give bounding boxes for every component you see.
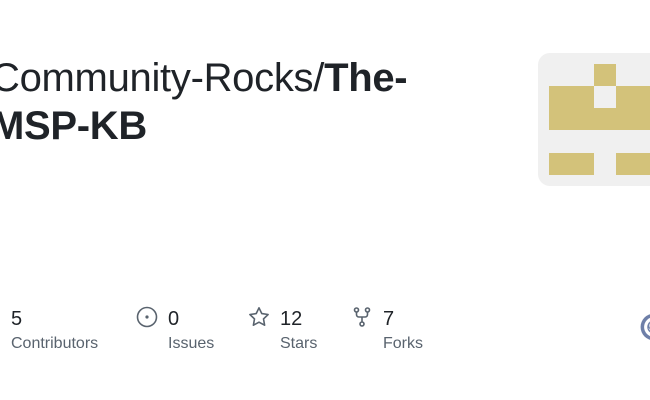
github-icon[interactable]	[640, 313, 650, 341]
repo-name-part-2: MSP-KB	[0, 104, 147, 148]
stat-contributors[interactable]: 5 Contributors	[11, 302, 121, 358]
contributors-label: Contributors	[11, 335, 99, 352]
identicon-block	[549, 86, 594, 108]
forks-label: Forks	[383, 335, 423, 352]
identicon-block	[616, 86, 650, 108]
issue-icon	[135, 305, 159, 329]
stars-label: Stars	[280, 335, 318, 352]
repo-owner: Community-Rocks	[0, 56, 314, 100]
stat-stars[interactable]: 12 Stars	[247, 302, 337, 358]
fork-icon	[350, 305, 374, 329]
repo-name-part-1: The-	[324, 56, 408, 100]
identicon-block	[616, 153, 650, 175]
owner-avatar[interactable]	[538, 53, 650, 186]
identicon-block	[549, 108, 650, 130]
identicon-block	[549, 153, 594, 175]
stars-count: 12	[280, 308, 303, 330]
forks-count: 7	[383, 308, 395, 330]
repo-title[interactable]: Community-Rocks/The- MSP-KB	[0, 54, 491, 150]
contributors-count: 5	[11, 308, 23, 330]
stat-issues[interactable]: 0 Issues	[135, 302, 235, 358]
identicon-block	[594, 64, 616, 86]
issues-label: Issues	[168, 335, 215, 352]
issues-count: 0	[168, 308, 180, 330]
repo-social-card: Community-Rocks/The- MSP-KB 5 Contributor…	[0, 0, 650, 400]
star-icon	[247, 305, 271, 329]
repo-separator: /	[313, 56, 325, 100]
stat-forks[interactable]: 7 Forks	[350, 302, 440, 358]
